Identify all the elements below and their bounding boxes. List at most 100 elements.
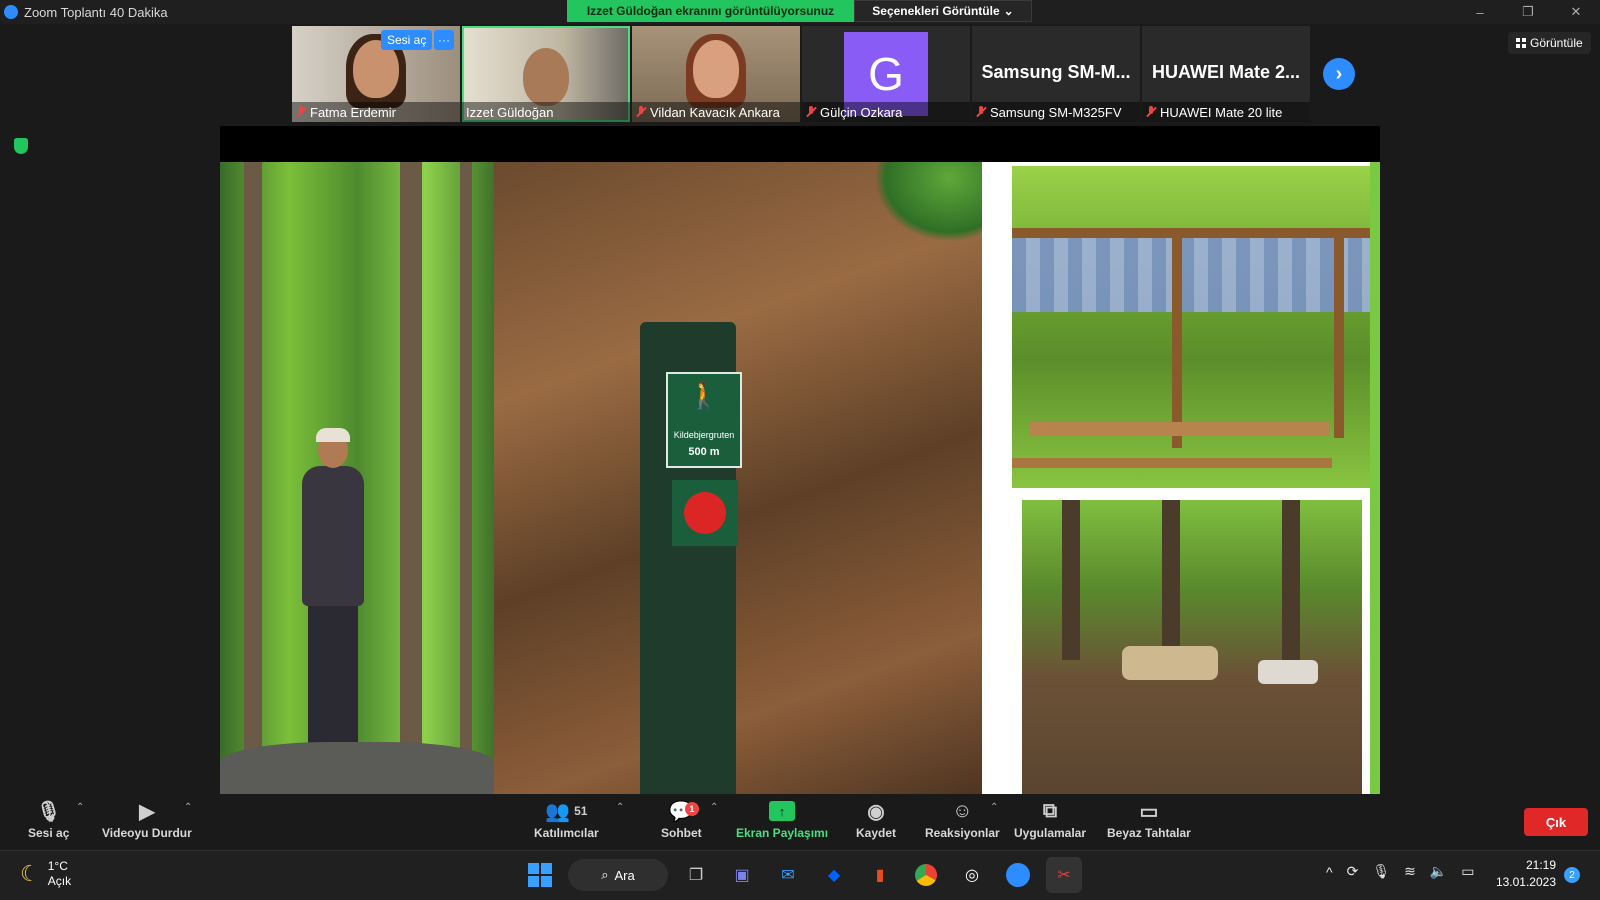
next-page-arrow-icon[interactable]: › — [1323, 58, 1355, 90]
temperature: 1°C — [47, 859, 68, 873]
close-button[interactable]: ✕ — [1552, 0, 1600, 24]
taskbar-clock[interactable]: 21:19 13.01.2023 — [1494, 857, 1556, 891]
participants-button[interactable]: 👥 51 Katılımcılar — [534, 798, 599, 841]
chevron-down-icon: ⌄ — [1003, 4, 1014, 18]
forest-clearing-photo — [1022, 500, 1362, 794]
taskbar-apps: ⌕ Ara ❐ ▣ ✉ ◆ ▮ ◎ ✂ — [522, 857, 1082, 893]
trail-sign: 🚶 Kildebjergruten 500 m — [666, 372, 742, 468]
record-button[interactable]: ◉ Kaydet — [856, 798, 897, 841]
mail-icon[interactable]: ✉ — [770, 857, 806, 893]
chat-bubble-icon: 💬 1 — [669, 798, 699, 824]
whiteboards-button[interactable]: ▭ Beyaz Tahtalar — [1107, 798, 1191, 841]
share-screen-label: Ekran Paylaşımı — [736, 826, 829, 840]
taskbar-search[interactable]: ⌕ Ara — [568, 859, 668, 891]
participant-tile[interactable]: Sesi aç ··· Fatma Erdemir — [292, 26, 460, 122]
apps-button[interactable]: ⧉ Uygulamalar — [1014, 798, 1086, 841]
record-icon: ◉ — [867, 800, 885, 823]
red-dot-marker — [672, 480, 738, 546]
weather-widget[interactable]: ☾ 1°C Açık — [20, 859, 71, 889]
teams-chat-icon[interactable]: ▣ — [724, 857, 760, 893]
mic-muted-icon — [1146, 106, 1156, 118]
participant-tile[interactable]: G Gülçin Ozkara — [802, 26, 970, 122]
reactions-button[interactable]: ☺ Reaksiyonlar — [925, 798, 1000, 841]
stop-video-label: Videoyu Durdur — [102, 826, 192, 840]
leave-meeting-button[interactable]: Çık — [1524, 808, 1588, 836]
reactions-label: Reaksiyonlar — [925, 826, 1000, 840]
view-options-dropdown[interactable]: Seçenekleri Görüntüle ⌄ — [854, 0, 1032, 22]
notification-badge[interactable]: 2 — [1564, 867, 1580, 883]
chevron-up-icon[interactable]: ^ — [1326, 864, 1333, 880]
security-shield-icon[interactable] — [14, 138, 28, 154]
task-view-icon[interactable]: ❐ — [678, 857, 714, 893]
participant-name-bar: Vildan Kavacık Ankara — [632, 102, 800, 122]
participant-device-title: Samsung SM-M... — [981, 62, 1131, 82]
zoom-icon[interactable] — [1000, 857, 1036, 893]
mic-muted-icon — [976, 106, 986, 118]
mic-muted-icon — [636, 106, 646, 118]
unmute-button[interactable]: 🎙 Sesi aç — [28, 798, 69, 841]
participant-name: Fatma Erdemir — [310, 104, 396, 120]
trail-marker-photo: 🚶 Kildebjergruten 500 m — [494, 162, 982, 794]
apps-icon: ⧉ — [1042, 799, 1058, 822]
participants-caret-icon[interactable]: ⌃ — [616, 802, 624, 813]
steam-icon[interactable]: ◎ — [954, 857, 990, 893]
office-icon[interactable]: ▮ — [862, 857, 898, 893]
participant-device-title: HUAWEI Mate 2... — [1151, 62, 1301, 82]
hiker-figure — [288, 428, 378, 752]
hikers-icon: 🚶 — [687, 380, 721, 410]
mic-muted-icon — [296, 106, 306, 118]
restore-button[interactable]: ❐ — [1504, 0, 1552, 24]
participant-name-bar: Gülçin Ozkara — [802, 102, 970, 122]
microphone-icon[interactable]: 🎙 — [1372, 863, 1390, 880]
moon-icon: ☾ — [20, 861, 40, 886]
windows-logo-icon — [528, 863, 552, 887]
participants-count: 51 — [574, 804, 588, 818]
battery-icon[interactable]: ▭ — [1461, 863, 1474, 880]
snipping-tool-icon[interactable]: ✂ — [1046, 857, 1082, 893]
chat-button[interactable]: 💬 1 Sohbet — [661, 798, 702, 841]
view-layout-button[interactable]: Görüntüle — [1508, 32, 1591, 54]
video-camera-icon: ▶ — [139, 800, 155, 823]
chat-caret-icon[interactable]: ⌃ — [710, 802, 718, 813]
chat-unread-badge: 1 — [684, 802, 699, 816]
wifi-icon[interactable]: ≋ — [1404, 863, 1416, 880]
hiker-body — [302, 466, 364, 606]
clock-date: 13.01.2023 — [1495, 875, 1556, 889]
video-options-caret-icon[interactable]: ⌃ — [184, 802, 192, 813]
minimize-button[interactable]: – — [1456, 0, 1504, 24]
shelter-post — [1172, 238, 1182, 448]
sync-icon[interactable]: ⟳ — [1347, 863, 1359, 880]
chrome-icon[interactable] — [908, 857, 944, 893]
participant-name: HUAWEI Mate 20 lite — [1160, 104, 1283, 120]
chat-label: Sohbet — [661, 826, 702, 840]
view-options-label: Seçenekleri Görüntüle — [872, 4, 1000, 18]
participant-tile[interactable]: HUAWEI Mate 2... HUAWEI Mate 20 lite — [1142, 26, 1310, 122]
participant-face — [693, 40, 739, 98]
unmute-participant-button[interactable]: Sesi aç — [381, 30, 433, 50]
stop-video-button[interactable]: ▶ Videoyu Durdur — [102, 798, 192, 841]
start-button[interactable] — [522, 857, 558, 893]
more-options-button[interactable]: ··· — [434, 30, 454, 50]
share-screen-icon: ↑ — [769, 801, 796, 821]
forest-person-photo — [220, 162, 494, 794]
shared-slide: 🚶 Kildebjergruten 500 m — [220, 162, 1380, 794]
cut-log — [1122, 646, 1218, 680]
participant-tile[interactable]: Izzet Güldoğan — [462, 26, 630, 122]
participant-name: Samsung SM-M325FV — [990, 104, 1122, 120]
dropbox-icon[interactable]: ◆ — [816, 857, 852, 893]
participant-name-bar: Fatma Erdemir — [292, 102, 460, 122]
participant-tile[interactable]: Vildan Kavacık Ankara — [632, 26, 800, 122]
share-screen-button[interactable]: ↑ Ekran Paylaşımı — [736, 798, 828, 840]
grid-icon — [1516, 38, 1526, 48]
smiley-icon: ☺ — [952, 799, 973, 822]
participant-tile[interactable]: Samsung SM-M... Samsung SM-M325FV — [972, 26, 1140, 122]
window-title: Zoom Toplantı 40 Dakika — [24, 4, 168, 20]
reactions-caret-icon[interactable]: ⌃ — [990, 802, 998, 813]
tree-trunk — [1162, 500, 1180, 650]
participant-video — [523, 48, 569, 106]
trail-sign-name: Kildebjergruten — [673, 430, 735, 440]
speaker-icon[interactable]: 🔈 — [1430, 863, 1447, 880]
weather-text: 1°C Açık — [48, 859, 71, 889]
audio-options-caret-icon[interactable]: ⌃ — [76, 802, 84, 813]
record-label: Kaydet — [856, 826, 897, 840]
